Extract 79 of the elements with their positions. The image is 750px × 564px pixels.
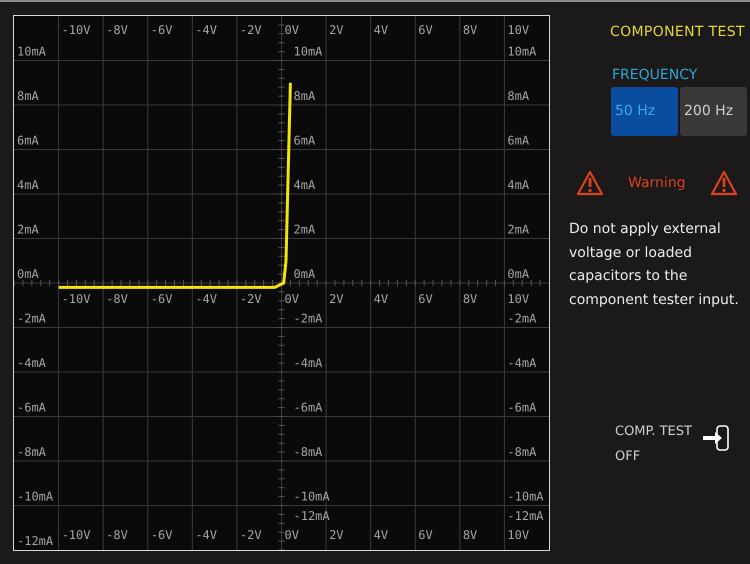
x-axis-label: -2V — [240, 292, 262, 306]
soft-key-state: OFF — [615, 448, 642, 466]
y-axis-label: -6mA — [294, 400, 322, 414]
y-axis-label: 6mA — [17, 134, 39, 148]
y-axis-label: -6mA — [17, 400, 46, 414]
x-axis-label: 10V — [507, 292, 530, 306]
soft-key-label: COMP. TEST — [615, 423, 692, 441]
y-axis-label: -2mA — [294, 312, 322, 326]
x-axis-label: 2V — [329, 22, 344, 37]
x-axis-label: 4V — [374, 22, 388, 37]
y-axis-label: -8mA — [294, 445, 322, 459]
x-axis-label: -6V — [150, 22, 172, 37]
x-axis-label: 6V — [418, 292, 433, 306]
y-axis-label: 8mA — [507, 89, 530, 103]
y-axis-label: -10mA — [17, 490, 54, 504]
y-axis-label: -12mA — [507, 509, 544, 523]
y-axis-label: 2mA — [507, 222, 530, 236]
x-axis-label: -2V — [240, 528, 262, 542]
y-axis-label: 10mA — [507, 44, 536, 58]
y-axis-label: 0mA — [17, 267, 39, 281]
exit-icon[interactable] — [702, 424, 730, 452]
y-axis-label: 8mA — [17, 89, 39, 103]
warning-icon — [576, 170, 604, 196]
x-axis-label: 0V — [284, 22, 299, 37]
frequency-option[interactable]: 200 Hz — [680, 87, 747, 136]
x-axis-label: 2V — [329, 528, 344, 542]
y-axis-label: -8mA — [17, 445, 46, 459]
x-axis-label: -10V — [62, 292, 90, 306]
x-axis-label: -6V — [150, 528, 172, 542]
x-axis-label: -6V — [150, 292, 172, 306]
y-axis-label: 0mA — [294, 267, 316, 281]
y-axis-label: 6mA — [294, 134, 316, 148]
x-axis-label: 10V — [507, 528, 530, 542]
x-axis-label: 8V — [462, 22, 478, 37]
warning-message: Do not apply external voltage or loaded capacitors to the component tester input. — [569, 220, 739, 310]
y-axis-label: 4mA — [294, 178, 316, 192]
x-axis-label: 0V — [284, 292, 299, 306]
x-axis-label: -4V — [195, 22, 218, 37]
x-axis-label: -2V — [240, 22, 262, 37]
y-axis-label: 10mA — [294, 44, 322, 58]
y-axis-label: 4mA — [507, 178, 530, 192]
y-axis-label: -2mA — [17, 312, 46, 326]
y-axis-label: 4mA — [17, 178, 39, 192]
y-axis-label: -2mA — [507, 312, 536, 326]
y-axis-label: -4mA — [294, 356, 322, 370]
x-axis-label: 8V — [462, 528, 478, 542]
x-axis-label: 10V — [507, 22, 530, 37]
x-axis-label: 8V — [462, 292, 478, 306]
x-axis-label: -10V — [62, 528, 90, 542]
y-axis-label: -8mA — [507, 445, 536, 459]
y-axis-label: -12mA — [17, 534, 54, 548]
x-axis-label: -4V — [195, 528, 218, 542]
y-axis-label: -12mA — [294, 509, 330, 523]
x-axis-label: -8V — [106, 22, 128, 37]
warning-title: Warning — [628, 174, 686, 192]
x-axis-label: -8V — [106, 528, 128, 542]
x-axis-label: 4V — [374, 292, 388, 306]
y-axis-label: 6mA — [507, 134, 530, 148]
x-axis-label: -4V — [195, 292, 218, 306]
y-axis-label: -10mA — [294, 490, 330, 504]
frequency-label: FREQUENCY — [612, 66, 698, 85]
y-axis-label: 2mA — [17, 222, 39, 236]
y-axis-label: 8mA — [294, 89, 316, 103]
x-axis-label: -10V — [62, 22, 90, 37]
y-axis-label: 2mA — [294, 222, 316, 236]
x-axis-label: 6V — [418, 22, 433, 37]
y-axis-label: 0mA — [507, 267, 530, 281]
warning-icon — [710, 170, 738, 196]
y-axis-label: -6mA — [507, 400, 536, 414]
panel-title: COMPONENT TEST — [610, 23, 746, 42]
x-axis-label: 0V — [284, 528, 299, 542]
x-axis-label: -8V — [106, 292, 128, 306]
x-axis-label: 4V — [374, 528, 388, 542]
y-axis-label: -4mA — [507, 356, 536, 370]
y-axis-label: 10mA — [17, 44, 46, 58]
y-axis-label: -10mA — [507, 490, 544, 504]
x-axis-label: 2V — [329, 292, 344, 306]
x-axis-label: 6V — [418, 528, 433, 542]
y-axis-label: -4mA — [17, 356, 46, 370]
